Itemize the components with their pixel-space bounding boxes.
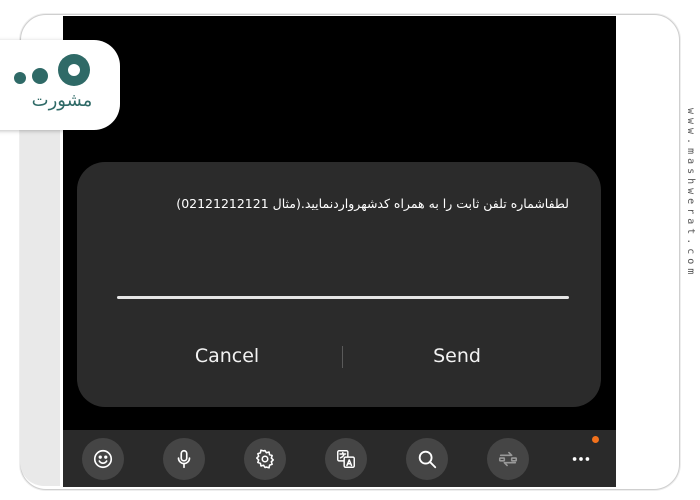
- more-button[interactable]: [566, 444, 596, 474]
- input-dialog: لطفاشماره تلفن ثابت را به همراه کدشهروار…: [77, 162, 601, 407]
- gear-icon: [255, 449, 275, 469]
- emoji-icon: [93, 449, 113, 469]
- brand-logo-card: مشورت: [0, 40, 120, 130]
- swap-icon: [498, 451, 518, 467]
- swap-button[interactable]: [487, 438, 529, 480]
- more-icon: [572, 457, 590, 461]
- phone-input-field[interactable]: [117, 296, 569, 299]
- microphone-icon: [177, 449, 191, 469]
- logo-text: مشورت: [31, 90, 93, 111]
- emoji-button[interactable]: [82, 438, 124, 480]
- dialog-prompt: لطفاشماره تلفن ثابت را به همراه کدشهروار…: [176, 196, 569, 211]
- left-strip: [20, 130, 60, 486]
- keyboard-toolbar: [63, 430, 616, 487]
- search-icon: [418, 450, 437, 469]
- microphone-button[interactable]: [163, 438, 205, 480]
- translate-icon: [337, 450, 355, 468]
- send-button[interactable]: Send: [367, 338, 547, 374]
- cancel-button[interactable]: Cancel: [137, 338, 317, 374]
- button-divider: [342, 346, 343, 368]
- translate-button[interactable]: [325, 438, 367, 480]
- logo-dots-icon: [14, 54, 90, 86]
- settings-button[interactable]: [244, 438, 286, 480]
- notification-dot: [592, 436, 599, 443]
- search-button[interactable]: [406, 438, 448, 480]
- website-watermark: www.mashwerat.com: [685, 108, 696, 279]
- phone-screen: لطفاشماره تلفن ثابت را به همراه کدشهروار…: [63, 16, 616, 487]
